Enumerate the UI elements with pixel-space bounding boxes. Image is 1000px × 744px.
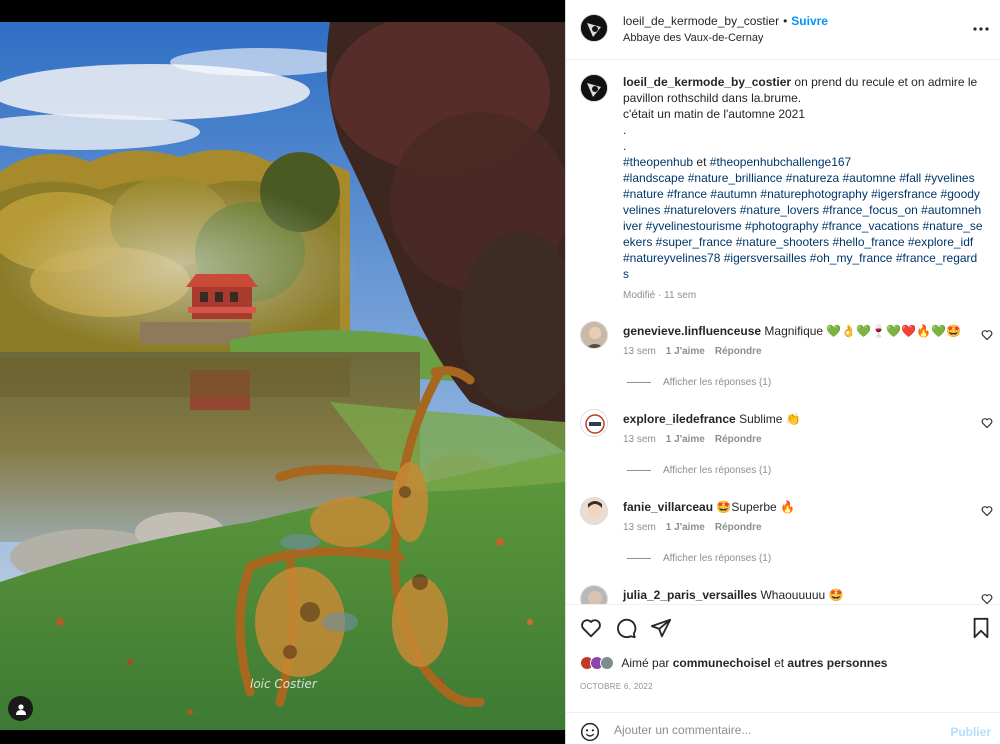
like-comment-button[interactable] [981, 505, 993, 520]
action-bar [566, 604, 1000, 652]
liker-username[interactable]: communechoisel [673, 656, 771, 670]
comment-bubble-icon [617, 618, 637, 639]
like-comment-button[interactable] [981, 417, 993, 432]
comment-username[interactable]: genevieve.linfluenceuse [623, 324, 761, 338]
post-media[interactable]: loic Costier [0, 0, 565, 744]
hashtag-list[interactable]: #landscape #nature_brilliance #natureza … [623, 170, 983, 282]
hashtag-link[interactable]: #theopenhub [623, 155, 693, 169]
post-location[interactable]: Abbaye des Vaux-de-Cernay [623, 32, 763, 44]
replies-divider [627, 381, 651, 383]
view-replies-button[interactable]: Afficher les réponses (1) [627, 553, 771, 564]
header-separator: • [783, 14, 788, 28]
comment-button[interactable] [615, 617, 637, 642]
more-horizontal-icon [973, 27, 989, 31]
commenter-avatar[interactable] [580, 321, 608, 349]
like-button[interactable] [580, 617, 602, 642]
emoji-button[interactable] [580, 722, 600, 744]
other-likers-link[interactable]: autres personnes [787, 656, 887, 670]
paper-plane-icon [650, 618, 672, 638]
comment-input[interactable] [614, 723, 934, 737]
person-photo-icon [581, 498, 607, 524]
comment-username[interactable]: fanie_villarceau [623, 500, 713, 514]
comment-text: Whaouuuuu 🤩 [757, 588, 844, 602]
eye-logo-icon [581, 75, 607, 101]
comment-text: Sublime 👏 [735, 412, 801, 426]
comment-username[interactable]: explore_iledefrance [623, 412, 736, 426]
comment-composer: Publier [566, 712, 1000, 744]
eye-logo-icon [581, 15, 607, 41]
comment-age: 13 sem [623, 434, 656, 445]
reply-button[interactable]: Répondre [715, 346, 762, 357]
likes-summary: Aimé par communechoisel et autres person… [580, 655, 1000, 673]
post-photo[interactable] [0, 22, 565, 730]
commenter-avatar[interactable] [580, 409, 608, 437]
caption-dot: . [623, 123, 627, 137]
liker-avatar[interactable] [600, 655, 614, 670]
post-date[interactable]: OCTOBRE 6, 2022 [580, 682, 653, 691]
smiley-icon [580, 722, 600, 742]
caption-username[interactable]: loeil_de_kermode_by_costier [623, 75, 791, 89]
heart-outline-icon [981, 506, 993, 517]
caption-dot: . [623, 139, 627, 153]
view-replies-label: Afficher les réponses (1) [663, 465, 772, 476]
publish-button[interactable]: Publier [950, 725, 991, 739]
likes-connector: et [770, 655, 788, 670]
follow-button[interactable]: Suivre [791, 14, 828, 28]
caption-connector: et [693, 155, 710, 169]
author-username[interactable]: loeil_de_kermode_by_costier [623, 14, 779, 28]
header-user-line: loeil_de_kermode_by_costier • Suivre [623, 14, 828, 28]
likes-prefix: Aimé par [621, 655, 673, 670]
comment-age: 13 sem [623, 522, 656, 533]
heart-outline-icon [981, 594, 993, 604]
view-replies-label: Afficher les réponses (1) [663, 377, 772, 388]
like-comment-button[interactable] [981, 593, 993, 604]
author-avatar[interactable] [580, 14, 608, 42]
share-button[interactable] [650, 617, 672, 642]
comment-text: 🤩Superbe 🔥 [713, 500, 795, 514]
heart-outline-icon [981, 330, 993, 341]
caption-line: c'était un matin de l'automne 2021 [623, 107, 806, 121]
person-photo-icon [581, 322, 607, 348]
view-replies-button[interactable]: Afficher les réponses (1) [627, 465, 771, 476]
hashtag-link[interactable]: #theopenhubchallenge167 [710, 155, 851, 169]
tagged-users-button[interactable] [8, 696, 33, 721]
view-replies-button[interactable]: Afficher les réponses (1) [627, 377, 771, 388]
replies-divider [627, 557, 651, 559]
post-panel: loeil_de_kermode_by_costier • Suivre Abbay… [565, 0, 1000, 744]
view-replies-label: Afficher les réponses (1) [663, 553, 772, 564]
photo-watermark: loic Costier [250, 677, 317, 691]
comment-text: Magnifique 💚👌💚🍷💚❤️🔥💚🤩 [761, 324, 961, 338]
comment-item: julia_2_paris_versailles Whaouuuuu 🤩 [566, 585, 1000, 604]
comment-age: 13 sem [623, 346, 656, 357]
caption-meta: Modifié · 11 sem [623, 290, 697, 301]
like-comment-button[interactable] [981, 329, 993, 344]
badge-logo-icon [581, 410, 607, 436]
person-photo-icon [581, 586, 607, 604]
commenter-avatar[interactable] [580, 585, 608, 604]
comment-likes[interactable]: 1 J'aime [666, 346, 705, 357]
comment-username[interactable]: julia_2_paris_versailles [623, 588, 757, 602]
heart-icon [581, 619, 601, 638]
reply-button[interactable]: Répondre [715, 522, 762, 533]
post-caption: loeil_de_kermode_by_costier on prend du … [623, 74, 983, 304]
user-icon [15, 703, 26, 715]
caption-avatar[interactable] [580, 74, 608, 102]
replies-divider [627, 469, 651, 471]
landscape-photo [0, 22, 565, 730]
comment-likes[interactable]: 1 J'aime [666, 434, 705, 445]
heart-outline-icon [981, 418, 993, 429]
commenter-avatar[interactable] [580, 497, 608, 525]
save-button[interactable] [971, 617, 991, 642]
more-options-button[interactable] [973, 18, 989, 36]
bookmark-icon [973, 617, 989, 639]
post-header: loeil_de_kermode_by_costier • Suivre Abbay… [566, 0, 1000, 60]
reply-button[interactable]: Répondre [715, 434, 762, 445]
comment-likes[interactable]: 1 J'aime [666, 522, 705, 533]
